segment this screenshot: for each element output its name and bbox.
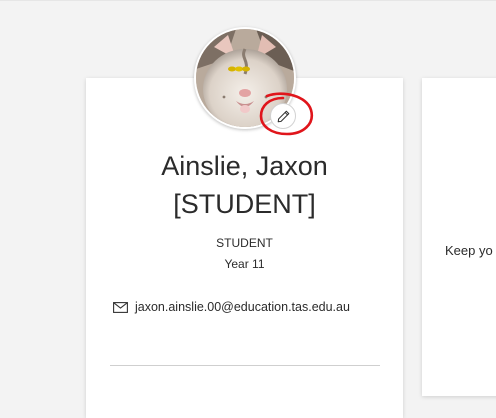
profile-name-tag: [STUDENT] bbox=[173, 189, 316, 219]
profile-role: STUDENT bbox=[216, 236, 273, 250]
mail-icon bbox=[113, 301, 128, 313]
side-card-text: Keep yo bbox=[445, 243, 493, 258]
profile-year: Year 11 bbox=[224, 257, 265, 271]
email-row[interactable]: jaxon.ainslie.00@education.tas.edu.au bbox=[113, 300, 350, 314]
section-divider bbox=[110, 365, 380, 366]
top-divider bbox=[0, 0, 496, 1]
profile-name: Ainslie, Jaxon [STUDENT] bbox=[86, 147, 403, 223]
pencil-icon bbox=[277, 110, 289, 122]
edit-photo-button[interactable] bbox=[270, 103, 296, 129]
profile-name-text: Ainslie, Jaxon bbox=[161, 151, 328, 181]
email-text: jaxon.ainslie.00@education.tas.edu.au bbox=[135, 300, 350, 314]
side-card: Keep yo bbox=[422, 78, 496, 396]
